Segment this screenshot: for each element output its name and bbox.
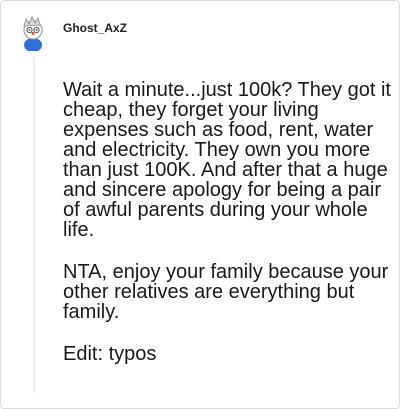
comment-body: Wait a minute...just 100k? They got it c…	[63, 80, 393, 386]
comment-paragraph: NTA, enjoy your family because your othe…	[63, 261, 389, 323]
comment-card: Ghost_AxZ Wait a minute...just 100k? The…	[0, 0, 400, 409]
snoo-avatar-icon[interactable]	[17, 15, 49, 52]
comment-header: Ghost_AxZ	[17, 13, 127, 53]
username[interactable]: Ghost_AxZ	[63, 21, 127, 35]
comment-paragraph: Edit: typos	[63, 343, 157, 365]
thread-collapse-line[interactable]	[33, 55, 35, 393]
comment-paragraph: Wait a minute...just 100k? They got it c…	[63, 79, 391, 241]
